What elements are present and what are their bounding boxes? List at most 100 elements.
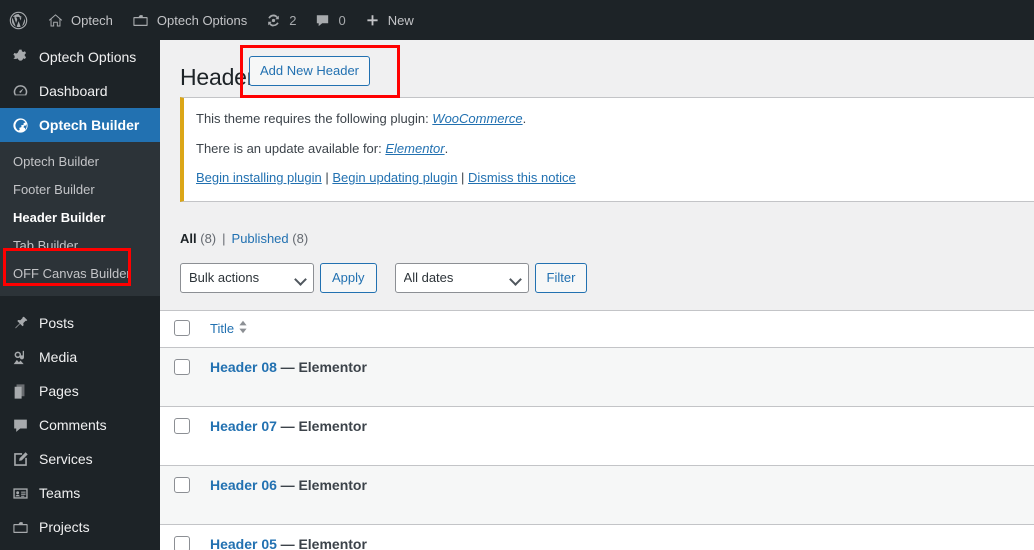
row-checkbox-cell: [160, 347, 202, 407]
sidebar-item-media[interactable]: Media: [0, 340, 160, 374]
sidebar-item-pages[interactable]: Pages: [0, 374, 160, 408]
notice-line-1: This theme requires the following plugin…: [196, 109, 1022, 129]
sidebar-item-optech-options[interactable]: Optech Options: [0, 40, 160, 74]
sidebar-subitem-optech-builder[interactable]: Optech Builder: [0, 148, 160, 176]
notice-line-2-suffix: .: [444, 140, 449, 156]
table-body: Header 08 — Elementor Header 07 — Elemen…: [160, 347, 1034, 550]
row-checkbox-cell: [160, 524, 202, 550]
sidebar-item-optech-builder[interactable]: Optech Builder: [0, 108, 168, 142]
wordpress-logo-menu[interactable]: [0, 0, 38, 40]
row-checkbox[interactable]: [174, 359, 190, 376]
filter-published-label[interactable]: Published: [232, 231, 289, 246]
comment-icon: [314, 12, 331, 29]
filter-button[interactable]: Filter: [534, 262, 588, 293]
row-checkbox[interactable]: [174, 477, 190, 494]
row-title-suffix: — Elementor: [280, 535, 367, 550]
globe-icon: [10, 115, 30, 135]
row-checkbox-cell: [160, 465, 202, 525]
notice-actions: Begin installing plugin | Begin updating…: [196, 168, 1022, 188]
apply-button[interactable]: Apply: [320, 262, 377, 293]
id-card-icon: [10, 483, 30, 503]
row-title-suffix: — Elementor: [280, 476, 367, 493]
table-head: Title: [160, 310, 1034, 348]
filter-all[interactable]: All (8): [180, 231, 216, 246]
sort-by-title-link[interactable]: Title: [210, 320, 248, 337]
filter-separator: |: [222, 230, 226, 246]
notice-separator-2: |: [457, 170, 469, 185]
headers-list-table: Title Header 08 — Elementor Header 07 — …: [160, 309, 1034, 550]
row-title-link[interactable]: Header 07: [210, 418, 277, 434]
sidebar-item-label: Comments: [39, 417, 107, 433]
date-filter-select[interactable]: All dates: [394, 262, 529, 293]
sidebar-item-dashboard[interactable]: Dashboard: [0, 74, 160, 108]
begin-installing-plugin-link[interactable]: Begin installing plugin: [196, 170, 322, 185]
optech-builder-submenu: Optech Builder Footer Builder Header Bui…: [0, 142, 160, 296]
comments-menu[interactable]: 0: [305, 0, 354, 40]
table-row: Header 07 — Elementor: [160, 406, 1034, 466]
edit-icon: [10, 449, 30, 469]
row-checkbox[interactable]: [174, 418, 190, 435]
new-content-menu[interactable]: New: [355, 0, 423, 40]
row-title-link[interactable]: Header 05: [210, 536, 277, 550]
row-title-link[interactable]: Header 08: [210, 359, 277, 375]
row-title-cell: Header 06 — Elementor: [202, 465, 1034, 525]
sidebar-item-teams[interactable]: Teams: [0, 476, 160, 510]
row-title-suffix: — Elementor: [280, 417, 367, 434]
sidebar-item-label: Pages: [39, 383, 79, 399]
select-all-checkbox[interactable]: [174, 320, 190, 337]
optech-options-label: Optech Options: [156, 12, 248, 28]
bulk-actions-wrap: Bulk actions: [180, 262, 314, 293]
dashboard-icon: [10, 81, 30, 101]
admin-sidebar-menu: Optech Options Dashboard Optech Builder …: [0, 40, 168, 550]
row-checkbox-cell: [160, 406, 202, 466]
notice-line-1-prefix: This theme requires the following plugin…: [196, 111, 433, 126]
sidebar-subitem-footer-builder[interactable]: Footer Builder: [0, 176, 160, 204]
filter-published-count: (8): [292, 230, 309, 246]
sidebar-item-projects[interactable]: Projects: [0, 510, 160, 544]
comments-count: 0: [338, 12, 346, 28]
home-icon: [47, 12, 64, 29]
filter-published[interactable]: Published (8): [232, 231, 309, 246]
plugin-requirement-notice: This theme requires the following plugin…: [180, 97, 1034, 202]
site-name-menu[interactable]: Optech: [38, 0, 122, 40]
sidebar-item-label: Projects: [39, 519, 90, 535]
pages-icon: [10, 381, 30, 401]
add-new-header-button[interactable]: Add New Header: [249, 56, 370, 86]
table-row: Header 08 — Elementor: [160, 347, 1034, 407]
dismiss-notice-link[interactable]: Dismiss this notice: [468, 170, 576, 185]
woocommerce-link[interactable]: WooCommerce: [432, 111, 522, 126]
updates-menu[interactable]: 2: [256, 0, 305, 40]
status-filter-links: All (8) | Published (8): [180, 231, 1034, 246]
admin-bar: Optech Optech Options 2 0 New: [0, 0, 1034, 40]
table-navigation-top: Bulk actions Apply All dates Filter: [180, 262, 1034, 293]
notice-line-2: There is an update available for: Elemen…: [196, 139, 1022, 159]
page-header: Header Add New Header: [160, 40, 1034, 98]
pin-icon: [10, 313, 30, 333]
sidebar-subitem-tab-builder[interactable]: Tab Builder: [0, 232, 160, 260]
row-title-cell: Header 07 — Elementor: [202, 406, 1034, 466]
sidebar-item-label: Optech Options: [39, 49, 137, 65]
row-checkbox[interactable]: [174, 536, 190, 550]
filter-all-count: (8): [200, 230, 217, 246]
sidebar-item-label: Services: [39, 451, 93, 467]
media-icon: [10, 347, 30, 367]
portfolio-icon: [10, 517, 30, 537]
begin-updating-plugin-link[interactable]: Begin updating plugin: [332, 170, 457, 185]
table-row: Header 06 — Elementor: [160, 465, 1034, 525]
optech-options-menu[interactable]: Optech Options: [122, 0, 256, 40]
filter-all-label[interactable]: All: [180, 231, 197, 246]
sidebar-item-posts[interactable]: Posts: [0, 306, 160, 340]
sidebar-item-services[interactable]: Services: [0, 442, 160, 476]
bulk-actions-select[interactable]: Bulk actions: [180, 262, 314, 293]
select-all-header: [160, 310, 202, 348]
sidebar-item-comments[interactable]: Comments: [0, 408, 160, 442]
page-wrap: Header Add New Header This theme require…: [160, 40, 1034, 550]
notice-line-2-prefix: There is an update available for:: [196, 140, 386, 156]
plus-icon: [364, 12, 381, 29]
sort-indicator-icon: [238, 320, 248, 337]
sidebar-subitem-off-canvas-builder[interactable]: OFF Canvas Builder: [0, 260, 160, 288]
row-title-cell: Header 08 — Elementor: [202, 347, 1034, 407]
elementor-link[interactable]: Elementor: [385, 141, 444, 156]
row-title-link[interactable]: Header 06: [210, 477, 277, 493]
sidebar-item-header-builder[interactable]: Header Builder: [0, 204, 160, 232]
